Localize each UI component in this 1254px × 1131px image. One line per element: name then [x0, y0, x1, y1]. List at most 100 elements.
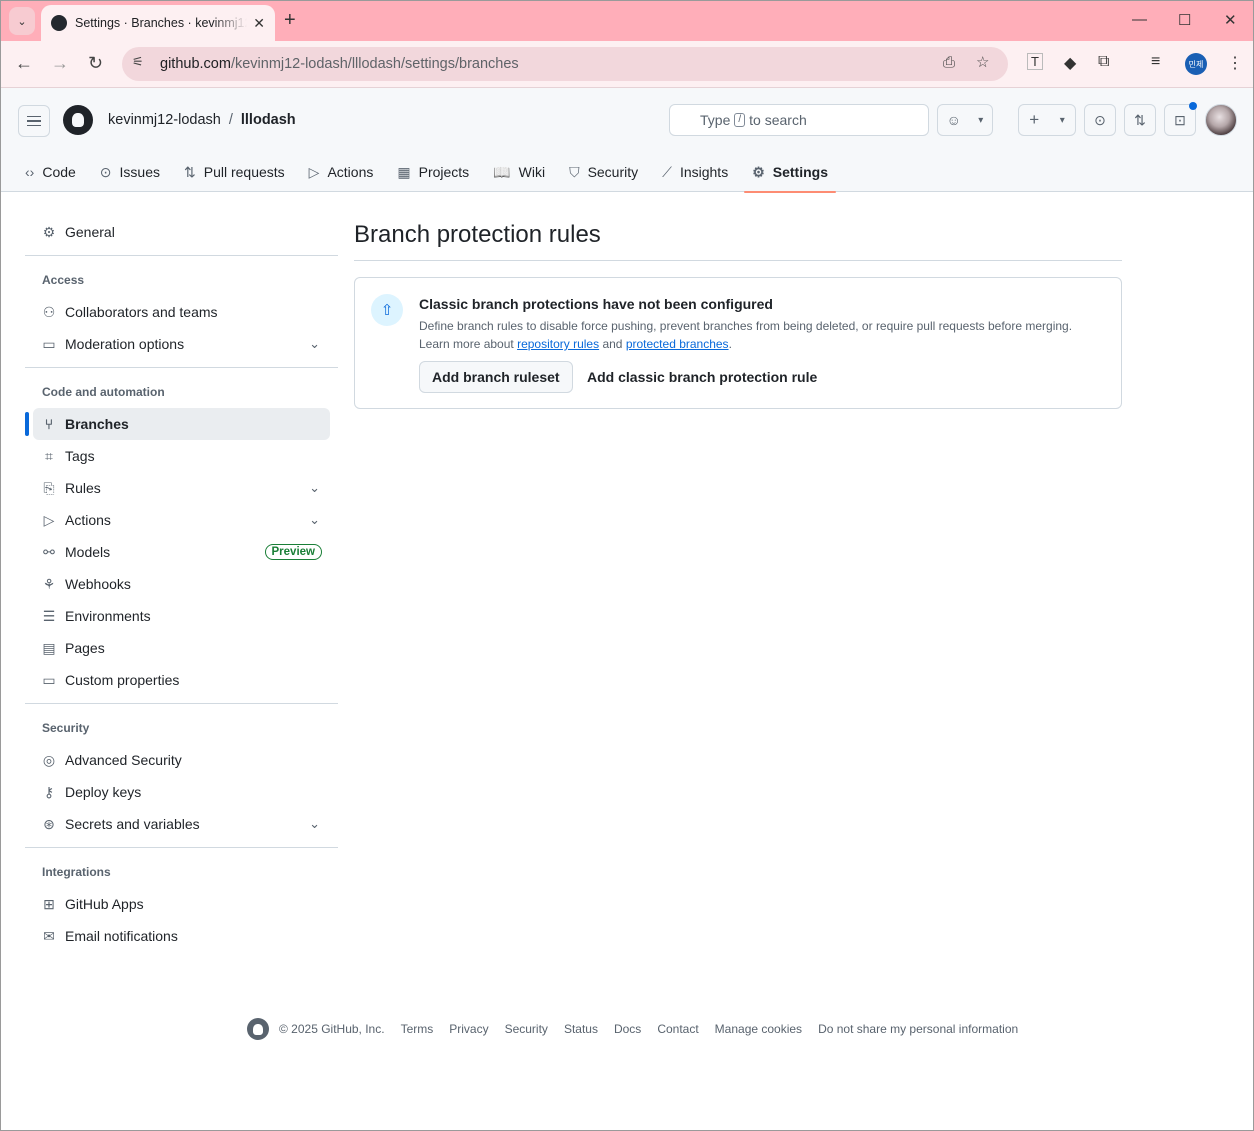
title-divider: [354, 260, 1122, 261]
user-avatar[interactable]: [1205, 104, 1237, 136]
github-mark-icon[interactable]: [247, 1018, 269, 1040]
back-icon[interactable]: ←: [15, 53, 33, 74]
extension-icon[interactable]: ◆: [1064, 53, 1076, 73]
global-menu-button[interactable]: [18, 105, 50, 137]
mail-icon: ✉: [43, 927, 55, 944]
sidebar-item-tags[interactable]: ⌗ Tags: [33, 440, 330, 472]
graph-icon: ⟋: [662, 163, 672, 180]
browser-window: ⌄ Settings · Branches · kevinmj12-lodash…: [0, 0, 1254, 1131]
forward-icon[interactable]: →: [51, 53, 69, 74]
footer-link-terms[interactable]: Terms: [401, 1022, 434, 1036]
tab-search-button[interactable]: ⌄: [9, 7, 35, 35]
footer-link-status[interactable]: Status: [564, 1022, 598, 1036]
sidebar-item-email-notifications[interactable]: ✉ Email notifications: [33, 920, 330, 952]
footer-link-security[interactable]: Security: [505, 1022, 548, 1036]
divider: [25, 847, 338, 848]
tab-pull-requests[interactable]: ⇅ Pull requests: [176, 152, 293, 192]
tab-wiki[interactable]: 📖 Wiki: [485, 152, 553, 192]
sidebar-item-github-apps[interactable]: ⊞ GitHub Apps: [33, 888, 330, 920]
sidebar-item-actions[interactable]: ▷ Actions ⌄: [33, 504, 330, 536]
tab-projects[interactable]: ▦ Projects: [389, 152, 477, 192]
footer-link-privacy[interactable]: Privacy: [449, 1022, 488, 1036]
repository-rules-link[interactable]: repository rules: [517, 337, 599, 351]
footer-link-contact[interactable]: Contact: [657, 1022, 698, 1036]
sidebar-item-custom-properties[interactable]: ▭ Custom properties: [33, 664, 330, 696]
tab-security[interactable]: ⛉ Security: [561, 152, 646, 192]
chevron-down-icon: ▾: [1059, 114, 1065, 126]
search-shortcut-key: /: [734, 113, 746, 127]
tab-settings[interactable]: ⚙ Settings: [744, 152, 836, 193]
maximize-icon[interactable]: ☐: [1178, 11, 1191, 29]
issues-button[interactable]: ⊙: [1084, 104, 1116, 136]
sidebar-item-rules[interactable]: ⎘ Rules ⌄: [33, 472, 330, 504]
sidebar-item-moderation[interactable]: ▭ Moderation options ⌄: [33, 328, 330, 360]
puzzle-icon[interactable]: ⧉: [1098, 53, 1109, 71]
reload-icon[interactable]: ↻: [88, 53, 103, 74]
copilot-button[interactable]: ☺ ▾: [937, 104, 993, 136]
tab-label: Issues: [119, 164, 160, 180]
sidebar-item-label: Collaborators and teams: [65, 304, 218, 320]
add-classic-protection-button[interactable]: Add classic branch protection rule: [575, 361, 829, 393]
create-new-button[interactable]: + ▾: [1018, 104, 1076, 136]
sidebar-item-environments[interactable]: ☰ Environments: [33, 600, 330, 632]
tab-label: Settings: [772, 164, 828, 180]
sidebar-item-deploy-keys[interactable]: ⚷ Deploy keys: [33, 776, 330, 808]
search-placeholder-prefix: Type: [700, 112, 731, 128]
webhook-icon: ⚘: [42, 575, 56, 592]
page-title: Branch protection rules: [354, 221, 601, 248]
play-icon: ▷: [43, 511, 55, 528]
github-logo-icon[interactable]: [63, 105, 93, 135]
window-close-icon[interactable]: ✕: [1224, 11, 1237, 29]
add-branch-ruleset-button[interactable]: Add branch ruleset: [419, 361, 573, 393]
browser-icon: ▤: [42, 639, 56, 656]
tab-issues[interactable]: ⊙ Issues: [92, 152, 168, 192]
comment-discussion-icon: ▭: [42, 335, 56, 352]
profile-avatar[interactable]: 민제: [1185, 53, 1207, 75]
footer-copyright: © 2025 GitHub, Inc.: [279, 1022, 385, 1036]
footer-link-manage-cookies[interactable]: Manage cookies: [715, 1022, 802, 1036]
tab-code[interactable]: ‹› Code: [17, 152, 84, 192]
new-tab-button[interactable]: +: [284, 9, 296, 32]
breadcrumb-repo[interactable]: lllodash: [241, 112, 296, 128]
sidebar-item-advanced-security[interactable]: ◎ Advanced Security: [33, 744, 330, 776]
github-favicon-icon: [51, 15, 67, 31]
tab-actions[interactable]: ▷ Actions: [301, 152, 382, 192]
search-input[interactable]: Type / to search: [669, 104, 929, 136]
footer-link-docs[interactable]: Docs: [614, 1022, 641, 1036]
pull-requests-button[interactable]: ⇅: [1124, 104, 1156, 136]
site-settings-icon[interactable]: ⚟: [132, 54, 144, 70]
pull-request-icon: ⇅: [184, 163, 196, 180]
chevron-down-icon: ⌄: [309, 816, 320, 831]
address-bar[interactable]: github.com/kevinmj12-lodash/lllodash/set…: [122, 47, 1008, 81]
minimize-icon[interactable]: —: [1132, 11, 1147, 28]
sidebar-item-collaborators[interactable]: ⚇ Collaborators and teams: [33, 296, 330, 328]
chevron-down-icon: ⌄: [309, 336, 320, 351]
more-menu-icon[interactable]: ⋮: [1227, 53, 1243, 73]
protected-branches-link[interactable]: protected branches: [626, 337, 729, 351]
sidebar-item-pages[interactable]: ▤ Pages: [33, 632, 330, 664]
translate-extension-icon[interactable]: T: [1027, 53, 1043, 70]
chevron-down-icon: ⌄: [17, 15, 27, 28]
sidebar-item-secrets[interactable]: ⊛ Secrets and variables ⌄: [33, 808, 330, 840]
sidebar-item-branches[interactable]: ⑂ Branches: [33, 408, 330, 440]
browser-tab[interactable]: Settings · Branches · kevinmj12-lodash/l…: [41, 5, 275, 41]
sidebar-item-webhooks[interactable]: ⚘ Webhooks: [33, 568, 330, 600]
shield-icon: ⛉: [569, 163, 580, 180]
install-app-icon[interactable]: ⎙: [943, 54, 955, 71]
media-control-icon[interactable]: ≡: [1151, 53, 1160, 71]
tab-insights[interactable]: ⟋ Insights: [654, 152, 736, 192]
url-host: github.com: [160, 56, 231, 72]
sidebar-item-models[interactable]: ⚯ Models Preview: [33, 536, 330, 568]
section-header-code: Code and automation: [42, 385, 165, 399]
tag-icon: ⌗: [45, 447, 53, 464]
inbox-icon: ⊡: [1174, 111, 1186, 128]
sidebar-item-general[interactable]: ⚙ General: [33, 216, 330, 248]
url-path: /kevinmj12-lodash/lllodash/settings/bran…: [230, 56, 519, 72]
browser-toolbar: ← → ↻ github.com/kevinmj12-lodash/llloda…: [1, 41, 1253, 88]
footer-link-do-not-share[interactable]: Do not share my personal information: [818, 1022, 1018, 1036]
bookmark-star-icon[interactable]: ☆: [976, 53, 989, 71]
breadcrumb-owner[interactable]: kevinmj12-lodash: [108, 112, 221, 128]
close-tab-icon[interactable]: ✕: [253, 15, 265, 32]
sidebar-item-label: Actions: [65, 512, 111, 528]
learn-more-and: and: [602, 337, 623, 351]
